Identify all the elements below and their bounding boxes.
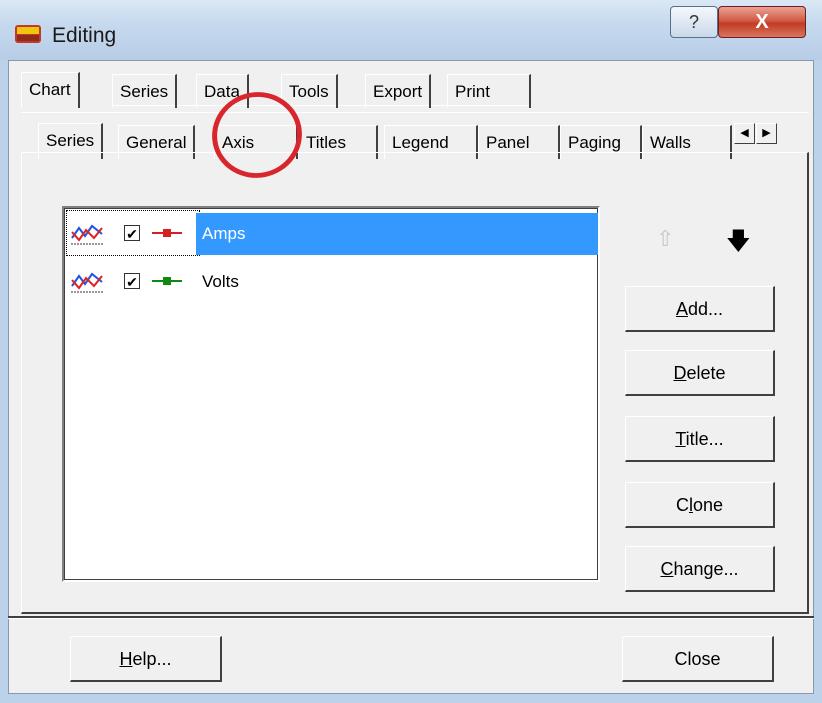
title-bar[interactable]: Editing ? X [0, 0, 822, 60]
close-title-button[interactable]: X [718, 6, 806, 38]
subtab-general-label: General [126, 133, 187, 152]
help-label: elp... [132, 649, 172, 669]
app-icon [15, 25, 41, 43]
close-button[interactable]: Close [622, 636, 774, 682]
subtab-walls-label: Walls [650, 133, 691, 152]
series-color-marker-icon [152, 277, 182, 285]
subtab-paging-label: Paging [568, 133, 621, 152]
change-button[interactable]: Change... [625, 546, 775, 592]
series-visible-checkbox[interactable]: ✔ [124, 273, 140, 290]
close-label: Close [674, 649, 721, 669]
subtab-series-label: Series [46, 131, 95, 150]
tab-scroll-left-icon[interactable]: ◀ [734, 123, 755, 144]
change-mnemonic: C [660, 559, 674, 579]
move-down-arrow-icon[interactable]: 🡇 [726, 224, 751, 265]
delete-label: elete [686, 363, 726, 383]
series-color-marker-icon [152, 229, 182, 237]
clone-button[interactable]: Clone [625, 482, 775, 528]
series-name-label: Amps [196, 213, 598, 255]
help-mnemonic: H [119, 649, 133, 669]
series-visible-checkbox[interactable]: ✔ [124, 225, 140, 242]
line-series-icon [70, 220, 104, 246]
tab-export-label: Export [373, 82, 423, 101]
title-mnemonic: T [675, 429, 686, 449]
tab-series[interactable]: Series [112, 74, 178, 108]
help-button[interactable]: Help... [70, 636, 222, 682]
clone-prefix: C [675, 495, 689, 515]
series-list-item-volts[interactable]: ✔ Volts [66, 258, 598, 304]
tab-export[interactable]: Export [365, 74, 432, 108]
tab-tools-label: Tools [289, 82, 329, 101]
help-title-button[interactable]: ? [670, 6, 718, 38]
change-label: hange... [673, 559, 739, 579]
delete-mnemonic: D [673, 363, 687, 383]
subtab-legend-label: Legend [392, 133, 449, 152]
tab-scroll-right-icon[interactable]: ▶ [756, 123, 777, 144]
add-button[interactable]: Add... [625, 286, 775, 332]
tab-print-label: Print [455, 82, 490, 101]
clone-label: one [692, 495, 724, 515]
series-name-label: Volts [202, 272, 239, 291]
subtab-titles-label: Titles [306, 133, 346, 152]
subtab-panel-label: Panel [486, 133, 530, 152]
add-mnemonic: A [675, 299, 688, 319]
tab-chart-label: Chart [29, 80, 71, 99]
tab-series-label: Series [120, 82, 169, 101]
series-list-item-amps[interactable]: ✔ Amps [66, 210, 598, 256]
title-button[interactable]: Title... [625, 416, 775, 462]
tab-chart[interactable]: Chart [21, 72, 80, 108]
tab-tools[interactable]: Tools [281, 74, 338, 108]
bottom-separator [8, 616, 814, 619]
title-label: itle... [685, 429, 724, 449]
window-title: Editing [52, 24, 117, 47]
line-series-icon [70, 268, 104, 294]
series-listbox[interactable]: ✔ Amps ✔ Volts [62, 206, 600, 582]
delete-button[interactable]: Delete [625, 350, 775, 396]
tab-print[interactable]: Print [447, 74, 531, 108]
add-label: dd... [687, 299, 724, 319]
editing-window: Editing ? X Chart Series Data Tools Expo… [0, 0, 822, 703]
move-up-arrow-icon[interactable]: ⇧ [656, 226, 674, 252]
